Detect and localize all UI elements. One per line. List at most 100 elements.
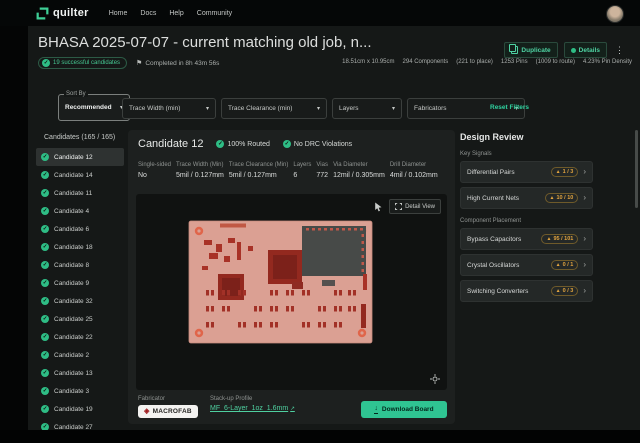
candidate-item[interactable]: ✓Candidate 6 xyxy=(36,220,124,238)
zoom-to-fit-icon[interactable] xyxy=(430,374,440,384)
candidate-label: Candidate 14 xyxy=(54,172,93,179)
nav-link-community[interactable]: Community xyxy=(197,10,232,17)
warning-badge: ▲95 / 101 xyxy=(541,234,578,244)
fabricator-badge: ◈ MACROFAB xyxy=(138,405,198,418)
warning-count: 0 / 1 xyxy=(563,262,574,268)
design-review-panel: Design Review Key SignalsDifferential Pa… xyxy=(460,132,593,302)
review-label: High Current Nets xyxy=(467,195,545,202)
check-icon: ✓ xyxy=(41,261,49,269)
candidate-item[interactable]: ✓Candidate 3 xyxy=(36,382,124,400)
pcb-board-preview xyxy=(176,216,384,353)
review-label: Crystal Oscillators xyxy=(467,262,551,269)
warning-badge: ▲0 / 1 xyxy=(551,260,579,270)
candidate-label: Candidate 2 xyxy=(54,352,89,359)
review-row-crystal-oscillators[interactable]: Crystal Oscillators▲0 / 1 › xyxy=(460,254,593,276)
completed-label: Completed in 8h 43m 56s xyxy=(145,60,219,67)
chevron-right-icon: › xyxy=(583,261,586,269)
candidate-item[interactable]: ✓Candidate 13 xyxy=(36,364,124,382)
macrofab-logo-icon: ◈ xyxy=(144,408,150,415)
board-preview-panel: Detail View xyxy=(136,194,447,390)
filter-dropdown-trace-clearance-min[interactable]: Trace Clearance (min)▾ xyxy=(221,98,327,119)
check-icon: ✓ xyxy=(41,207,49,215)
sort-by-value: Recommended xyxy=(65,104,112,111)
board-stat: 4.23% Pin Density xyxy=(583,59,632,65)
warning-icon: ▲ xyxy=(550,196,555,201)
nav-link-home[interactable]: Home xyxy=(109,10,128,17)
external-link-icon: ↗ xyxy=(290,406,295,412)
candidate-item[interactable]: ✓Candidate 27 xyxy=(36,418,124,430)
candidate-label: Candidate 8 xyxy=(54,262,89,269)
candidate-label: Candidate 6 xyxy=(54,226,89,233)
candidate-item[interactable]: ✓Candidate 32 xyxy=(36,292,124,310)
warning-count: 0 / 3 xyxy=(563,288,574,294)
brand-name: quilter xyxy=(53,7,89,19)
nav-link-docs[interactable]: Docs xyxy=(140,10,156,17)
candidate-item[interactable]: ✓ Candidate 25 xyxy=(36,310,124,328)
sort-by-label: Sort By xyxy=(64,91,88,97)
spec-column: Drill Diameter4mil / 0.102mm xyxy=(390,162,438,179)
spec-label: Trace Clearance (Min) xyxy=(229,162,288,168)
quilter-logo-icon xyxy=(36,7,49,20)
flag-icon: ⚑ xyxy=(136,59,142,67)
candidate-item[interactable]: ✓Candidate 11 xyxy=(36,184,124,202)
review-row-switching-converters[interactable]: Switching Converters▲0 / 3› xyxy=(460,280,593,302)
candidate-item[interactable]: ✓Candidate 14 xyxy=(36,166,124,184)
candidate-label: Candidate 19 xyxy=(54,406,93,413)
stackup-link[interactable]: MF_6-Layer_1oz_1.6mm ↗ xyxy=(210,405,295,412)
fabricator-label: Fabricator xyxy=(138,396,198,402)
warning-count: 10 / 10 xyxy=(557,195,574,201)
filter-dropdowns: Trace Width (min)▾Trace Clearance (min)▾… xyxy=(122,98,525,119)
candidate-label: Candidate 32 xyxy=(54,298,93,305)
filter-dropdown-trace-width-min[interactable]: Trace Width (min)▾ xyxy=(122,98,216,119)
warning-count: 1 / 3 xyxy=(563,169,574,175)
bottom-letterbox xyxy=(0,430,640,443)
download-board-button[interactable]: ↓ Download Board xyxy=(361,401,447,418)
candidate-item[interactable]: ✓ Candidate 8 xyxy=(36,256,124,274)
kebab-menu-icon[interactable]: ⋮ xyxy=(613,46,626,55)
page-title: BHASA 2025-07-07 - current matching old … xyxy=(38,34,372,51)
expand-icon xyxy=(395,203,402,210)
reset-filters-link[interactable]: Reset Filters xyxy=(490,104,529,111)
candidate-item[interactable]: ✓Candidate 9 xyxy=(36,274,124,292)
drc-label: No DRC Violations xyxy=(294,141,352,148)
chevron-right-icon: › xyxy=(583,194,586,202)
scrollbar-thumb[interactable] xyxy=(635,130,638,208)
board-stats: 18.51cm x 10.95cm294 Components(221 to p… xyxy=(342,59,632,65)
candidate-item[interactable]: ✓Candidate 18 xyxy=(36,238,124,256)
board-stat: 18.51cm x 10.95cm xyxy=(342,59,394,65)
review-row-bypass-capacitors[interactable]: Bypass Capacitors▲95 / 101› xyxy=(460,228,593,250)
spec-value: 5mil / 0.127mm xyxy=(229,172,288,179)
cursor-icon[interactable] xyxy=(374,202,383,212)
spec-value: 12mil / 0.305mm xyxy=(333,172,385,179)
review-row-differential-pairs[interactable]: Differential Pairs▲1 / 3› xyxy=(460,161,593,183)
candidate-title: Candidate 12 xyxy=(138,138,203,150)
candidate-label: Candidate 25 xyxy=(54,316,93,323)
user-avatar[interactable] xyxy=(606,5,624,23)
board-stat: (1009 to route) xyxy=(536,59,575,65)
candidate-item[interactable]: ✓Candidate 4 xyxy=(36,202,124,220)
nav-link-help[interactable]: Help xyxy=(169,10,183,17)
brand[interactable]: quilter xyxy=(36,7,89,20)
copy-icon xyxy=(511,46,518,54)
design-review-sections: Key SignalsDifferential Pairs▲1 / 3›High… xyxy=(460,151,593,302)
details-button[interactable]: Details xyxy=(564,42,607,58)
review-row-high-current-nets[interactable]: High Current Nets ▲10 / 10 › xyxy=(460,187,593,209)
duplicate-button[interactable]: Duplicate xyxy=(504,42,557,58)
candidates-sidebar: Candidates (165 / 165) ✓Candidate 12✓Can… xyxy=(30,130,128,430)
candidate-item[interactable]: ✓Candidate 22 xyxy=(36,328,124,346)
check-icon: ✓ xyxy=(41,153,49,161)
spec-label: Via Diameter xyxy=(333,162,385,168)
candidate-item[interactable]: ✓Candidate 2 xyxy=(36,346,124,364)
filter-label: Layers xyxy=(339,105,359,112)
candidate-item[interactable]: ✓Candidate 19 xyxy=(36,400,124,418)
candidate-item[interactable]: ✓Candidate 12 xyxy=(36,148,124,166)
stackup-label: Stack-up Profile xyxy=(210,396,295,402)
filter-dropdown-layers[interactable]: Layers▾ xyxy=(332,98,402,119)
check-icon: ✓ xyxy=(41,315,49,323)
check-icon: ✓ xyxy=(41,423,49,430)
sort-by-dropdown[interactable]: Sort By Recommended ▾ xyxy=(58,94,130,121)
fabricator-name: MACROFAB xyxy=(153,408,192,415)
success-badge-label: 19 successful candidates xyxy=(53,60,120,66)
check-icon: ✓ xyxy=(41,387,49,395)
detail-view-button[interactable]: Detail View xyxy=(389,199,441,214)
